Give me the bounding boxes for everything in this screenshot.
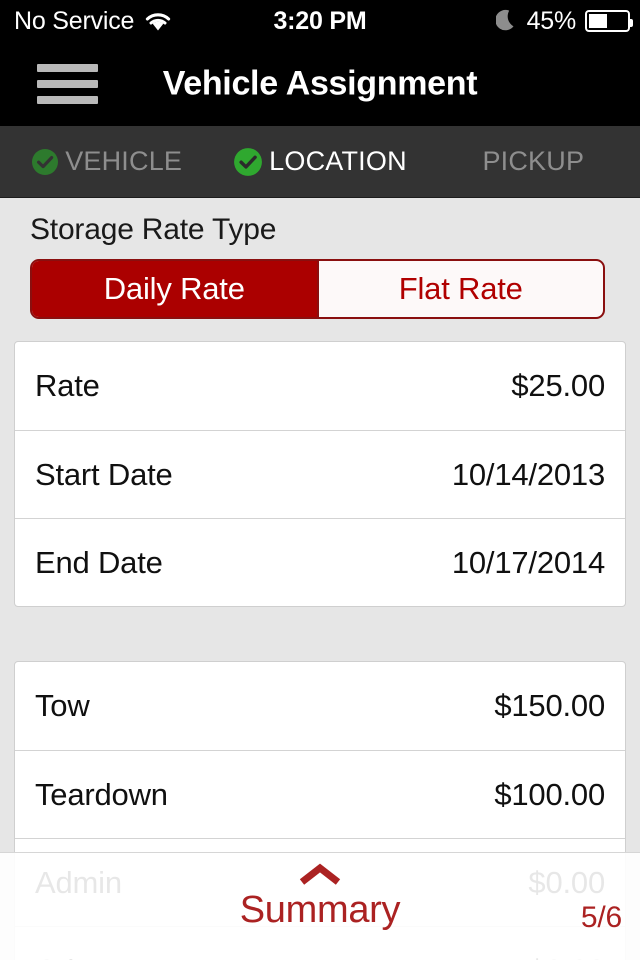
battery-nub [630,19,633,27]
row-value: $100.00 [494,776,605,812]
row-label: End Date [35,544,163,580]
status-bar-right: 45% [495,0,633,42]
summary-bar[interactable]: Summary 5/6 [0,852,640,960]
app-root: No Service 3:20 PM 45% Vehicle Assignmen… [0,0,640,960]
table-row[interactable]: Tow $150.00 [15,662,625,750]
battery-icon [585,10,633,32]
row-label: Teardown [35,776,168,812]
row-value: $150.00 [494,688,605,723]
step-tab-location[interactable]: LOCATION [213,126,426,197]
step-tab-label: PICKUP [482,146,585,176]
summary-label: Summary [239,889,401,931]
moon-icon [495,9,514,31]
table-row[interactable]: Start Date 10/14/2013 [15,430,625,518]
storage-rate-type-segmented-control[interactable]: Daily Rate Flat Rate [30,259,605,319]
summary-page-indicator: 5/6 [580,901,622,934]
row-label: Start Date [35,456,173,492]
row-value: 10/14/2013 [451,456,605,492]
table-row[interactable]: Teardown $100.00 [15,750,625,838]
battery-percent-label: 45% [526,6,577,35]
table-row[interactable]: Rate $25.00 [15,342,625,430]
page-title: Vehicle Assignment [162,64,478,103]
step-tab-pickup[interactable]: PICKUP [427,126,640,197]
table-row[interactable]: End Date 10/17/2014 [15,518,625,606]
step-tab-label: VEHICLE [65,146,183,176]
step-tabs: VEHICLE LOCATION PICKUP [0,126,640,198]
check-circle-icon [234,147,263,176]
clock-label: 3:20 PM [273,6,367,35]
status-bar: No Service 3:20 PM 45% [0,0,640,42]
main-content: Storage Rate Type Daily Rate Flat Rate R… [0,199,640,960]
row-label: Tow [35,688,90,723]
section-title: Storage Rate Type [30,213,277,246]
segment-flat-rate[interactable]: Flat Rate [316,261,604,317]
storage-details-card: Rate $25.00 Start Date 10/14/2013 End Da… [14,341,626,607]
nav-bar: Vehicle Assignment [0,42,640,126]
step-tab-vehicle[interactable]: VEHICLE [0,126,213,197]
chevron-up-icon[interactable] [297,863,343,887]
check-circle-icon [32,148,59,175]
row-label: Rate [35,368,100,403]
battery-fill [589,14,608,28]
row-value: 10/17/2014 [451,544,605,580]
row-value: $25.00 [511,368,605,403]
step-tab-label: LOCATION [269,146,407,176]
segment-daily-rate[interactable]: Daily Rate [32,261,317,317]
